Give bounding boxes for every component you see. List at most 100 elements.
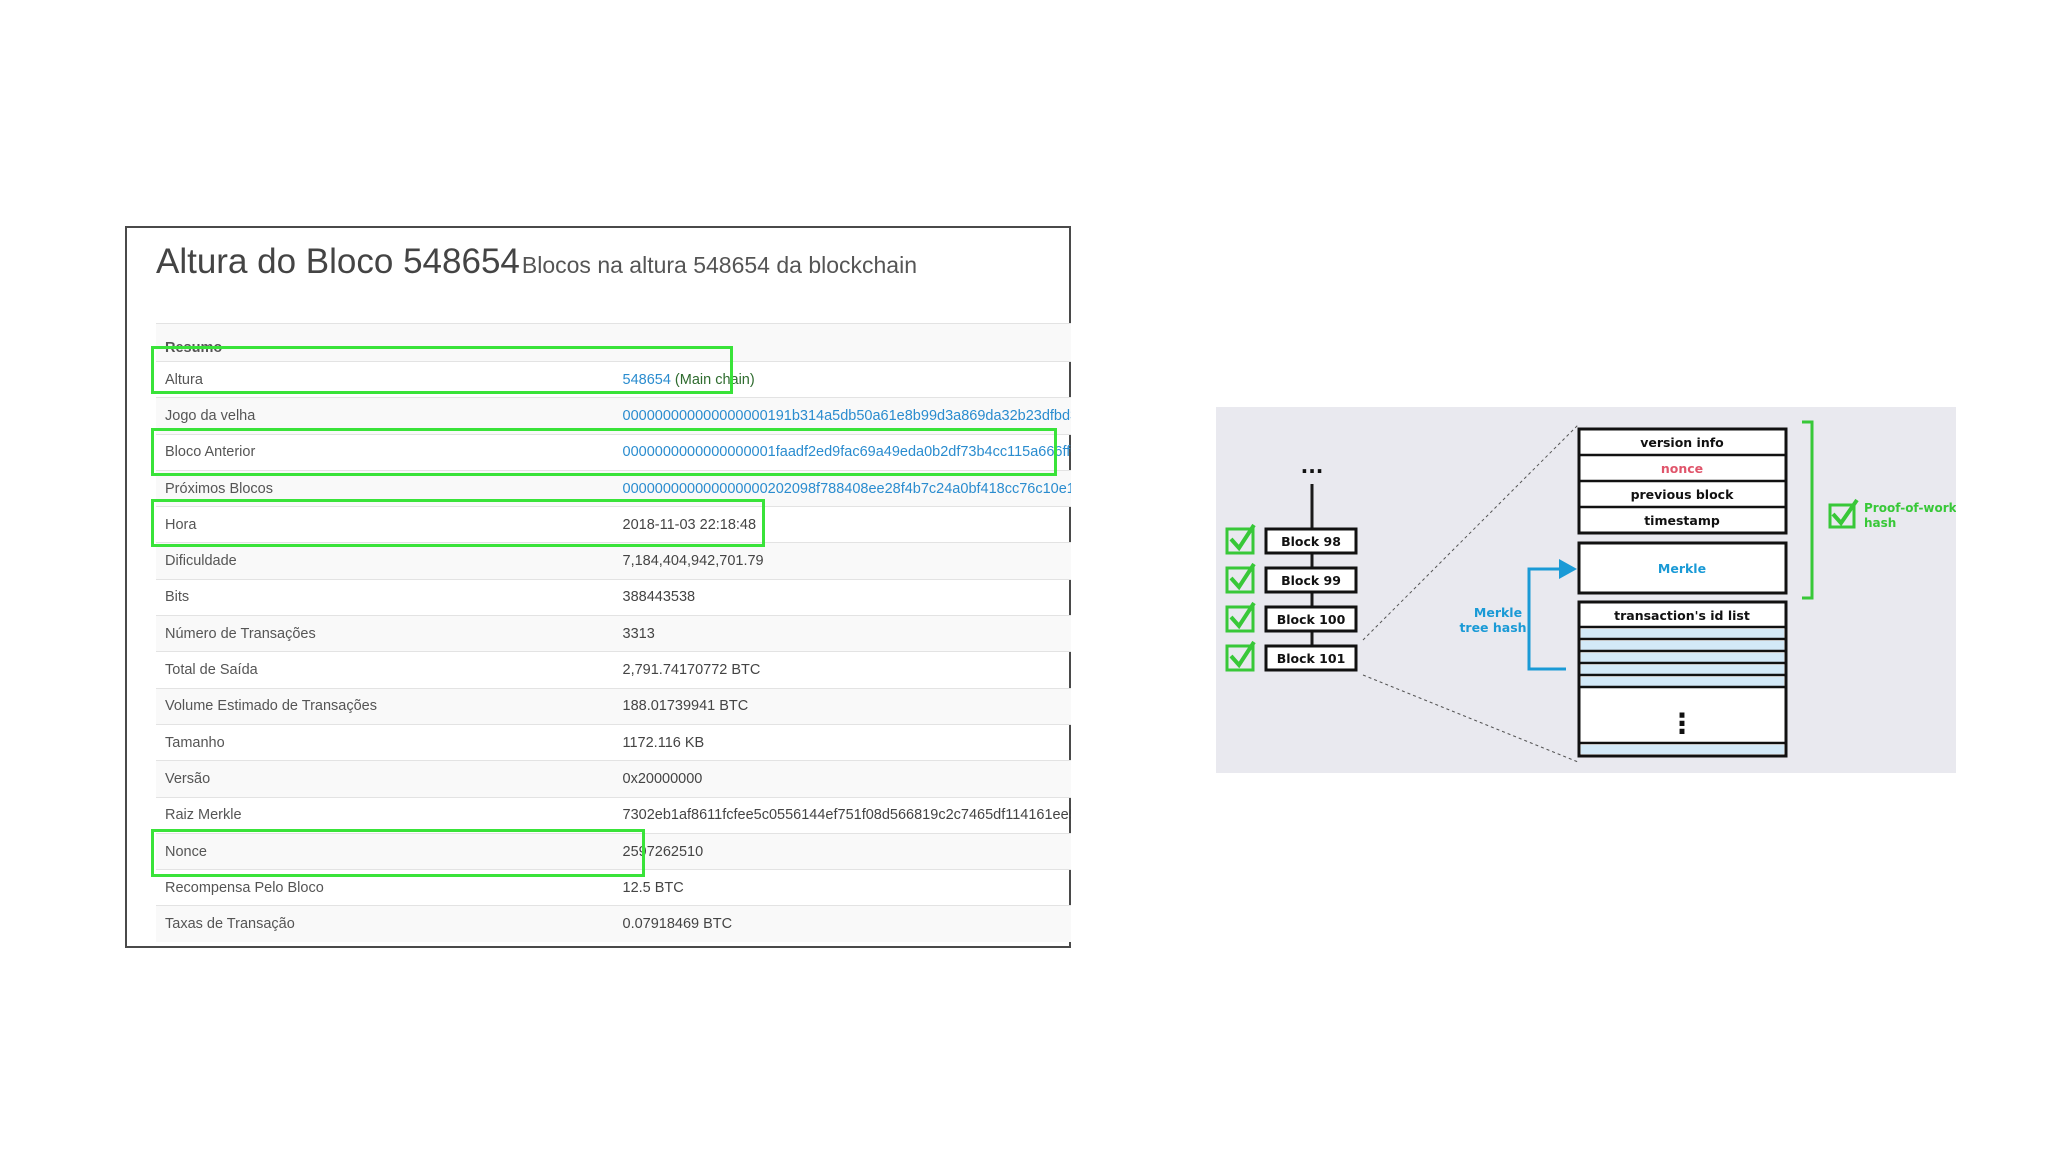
transaction-list-title: transaction's id list (1614, 608, 1750, 623)
blockchain-diagram: ... Block 98 Block 99 Block 100 Block 10… (1216, 407, 1956, 773)
table-row: Bloco Anterior 0000000000000000001faadf2e… (156, 433, 1072, 471)
merkle-tree-hash-arrow (1527, 559, 1577, 671)
row-value-cell: 388443538 (613, 578, 1071, 616)
row-value-cell: 2597262510 (613, 832, 1071, 870)
row-label: Taxas de Transação (156, 905, 614, 943)
row-value: 2597262510 (622, 843, 704, 860)
row-value: 2018-11-03 22:18:48 (622, 516, 757, 533)
zoom-line-top (1362, 424, 1579, 641)
row-value-cell: 2,791.74170772 BTC (613, 651, 1071, 689)
row-value: 7,184,404,942,701.79 (622, 553, 764, 570)
block-header: version info nonce previous block timest… (1577, 427, 1788, 535)
proof-of-work-label-1: Proof-of-work (1864, 501, 1956, 515)
row-value-cell: 1172.116 KB (613, 723, 1071, 761)
row-value: 388443538 (622, 589, 696, 606)
row-label: Bits (156, 578, 614, 616)
block-101-label: Block 101 (1277, 651, 1346, 666)
row-label: Raiz Merkle (156, 796, 614, 834)
check-icon-block-99 (1225, 562, 1256, 594)
check-icon-block-100 (1225, 601, 1256, 633)
row-value-cell: 0000000000000000001faadf2ed9fac69a49eda0… (613, 433, 1072, 471)
row-label: Volume Estimado de Transações (156, 687, 614, 725)
row-value: 0x20000000 (622, 770, 703, 787)
table-row: Volume Estimado de Transações 188.0173994… (156, 687, 1071, 725)
hash-link[interactable]: 0000000000000000001faadf2ed9fac69a49eda0… (623, 444, 1072, 460)
row-value-cell: 000000000000000000191b314a5db50a61e8b99d… (613, 397, 1072, 435)
row-value: 188.01739941 BTC (622, 698, 749, 715)
proof-of-work-bracket (1802, 420, 1814, 600)
block-100: Block 100 (1264, 605, 1358, 633)
block-98: Block 98 (1264, 527, 1358, 555)
table-row: Bits 388443538 (156, 578, 1071, 616)
hash-link[interactable]: 548654 (623, 372, 671, 388)
block-99-label: Block 99 (1281, 573, 1341, 588)
row-value-cell: 0x20000000 (613, 760, 1071, 798)
row-value-cell: 7302eb1af8611fcfee5c0556144ef751f08d5668… (613, 796, 1072, 834)
row-label: Recompensa Pelo Bloco (156, 869, 614, 906)
row-label: Hora (156, 506, 614, 543)
merkle-tree-hash-label-2: tree hash (1459, 620, 1526, 635)
table-row: Próximos Blocos 000000000000000000202098f… (156, 469, 1072, 507)
merkle-root-box: Merkle (1577, 541, 1788, 595)
row-value-cell: 0.07918469 BTC (613, 905, 1071, 943)
row-label: Versão (156, 760, 614, 798)
table-row: Altura 548654 (Main chain) (156, 360, 1071, 398)
row-label: Próximos Blocos (156, 469, 614, 507)
row-value: 7302eb1af8611fcfee5c0556144ef751f08d5668… (622, 807, 1072, 824)
table-row: Número de Transações 3313 (156, 615, 1071, 652)
table-header-row: Resumo (156, 323, 1071, 362)
merkle-tree-hash-label-1: Merkle (1474, 605, 1522, 620)
row-label: Dificuldade (156, 542, 614, 580)
table-row: Nonce 2597262510 (156, 832, 1071, 870)
row-value-cell: 3313 (613, 615, 1071, 652)
block-height-subtitle: Blocos na altura 548654 da blockchain (521, 252, 918, 278)
hash-link[interactable]: 000000000000000000191b314a5db50a61e8b99d… (623, 408, 1072, 424)
table-row: Recompensa Pelo Bloco 12.5 BTC (156, 869, 1071, 906)
check-icon-proof-of-work (1828, 498, 1859, 529)
row-value: 12.5 BTC (622, 879, 684, 896)
table-row: Tamanho 1172.116 KB (156, 723, 1071, 761)
transaction-list: transaction's id list ⋮ (1577, 600, 1788, 758)
summary-header: Resumo (156, 323, 1071, 362)
table-row: Versão 0x20000000 (156, 760, 1071, 798)
block-101: Block 101 (1264, 644, 1358, 672)
row-value: 1172.116 KB (622, 734, 705, 751)
block-summary-rows: Altura 548654 (Main chain) Jogo da velha 00… (156, 360, 1072, 943)
main-chain-label: (Main chain) (670, 371, 755, 388)
diagram-svg: ... Block 98 Block 99 Block 100 Block 10… (1225, 420, 1956, 763)
row-value: 0.07918469 BTC (622, 916, 733, 933)
row-value-cell: 2018-11-03 22:18:48 (613, 506, 1071, 543)
row-label: Jogo da velha (156, 397, 614, 435)
transaction-list-ellipsis: ⋮ (1668, 707, 1696, 740)
table-row: Taxas de Transação 0.07918469 BTC (156, 905, 1071, 943)
block-100-label: Block 100 (1277, 612, 1346, 627)
row-label: Bloco Anterior (156, 433, 614, 471)
table-row: Raiz Merkle 7302eb1af8611fcfee5c0556144ef… (156, 796, 1072, 834)
table-row: Total de Saída 2,791.74170772 BTC (156, 651, 1071, 689)
block-height-title: Altura do Bloco 548654 (156, 242, 520, 281)
hash-link[interactable]: 000000000000000000202098f788408ee28f4b7c… (623, 481, 1072, 497)
row-value-cell: 7,184,404,942,701.79 (613, 542, 1071, 580)
row-value-cell: 188.01739941 BTC (613, 687, 1071, 725)
row-label: Tamanho (156, 723, 614, 761)
table-row: Dificuldade 7,184,404,942,701.79 (156, 542, 1071, 580)
merkle-root-label: Merkle (1658, 561, 1706, 576)
block-summary-table: Resumo Altura 548654 (Main chain) Jogo da … (156, 323, 1072, 943)
page-title: Altura do Bloco 548654Blocos na altura 5… (156, 242, 917, 282)
row-value: 2,791.74170772 BTC (622, 662, 761, 679)
block-99: Block 99 (1264, 566, 1358, 594)
row-label: Total de Saída (156, 651, 614, 689)
row-label: Número de Transações (156, 615, 614, 652)
nonce-field: nonce (1661, 461, 1703, 476)
row-value-cell: 000000000000000000202098f788408ee28f4b7c… (613, 469, 1072, 507)
row-value-cell: 548654 (Main chain) (613, 360, 1071, 398)
block-details-panel: Altura do Bloco 548654Blocos na altura 5… (125, 226, 1071, 948)
row-label: Nonce (156, 832, 614, 870)
check-icon-block-98 (1225, 523, 1256, 555)
table-row: Jogo da velha 000000000000000000191b314a5… (156, 397, 1072, 435)
previous-block-field: previous block (1631, 487, 1735, 502)
zoom-line-bottom (1362, 674, 1579, 763)
chain-ellipsis: ... (1301, 454, 1324, 478)
timestamp-field: timestamp (1644, 513, 1720, 528)
proof-of-work-label-2: hash (1864, 516, 1896, 530)
